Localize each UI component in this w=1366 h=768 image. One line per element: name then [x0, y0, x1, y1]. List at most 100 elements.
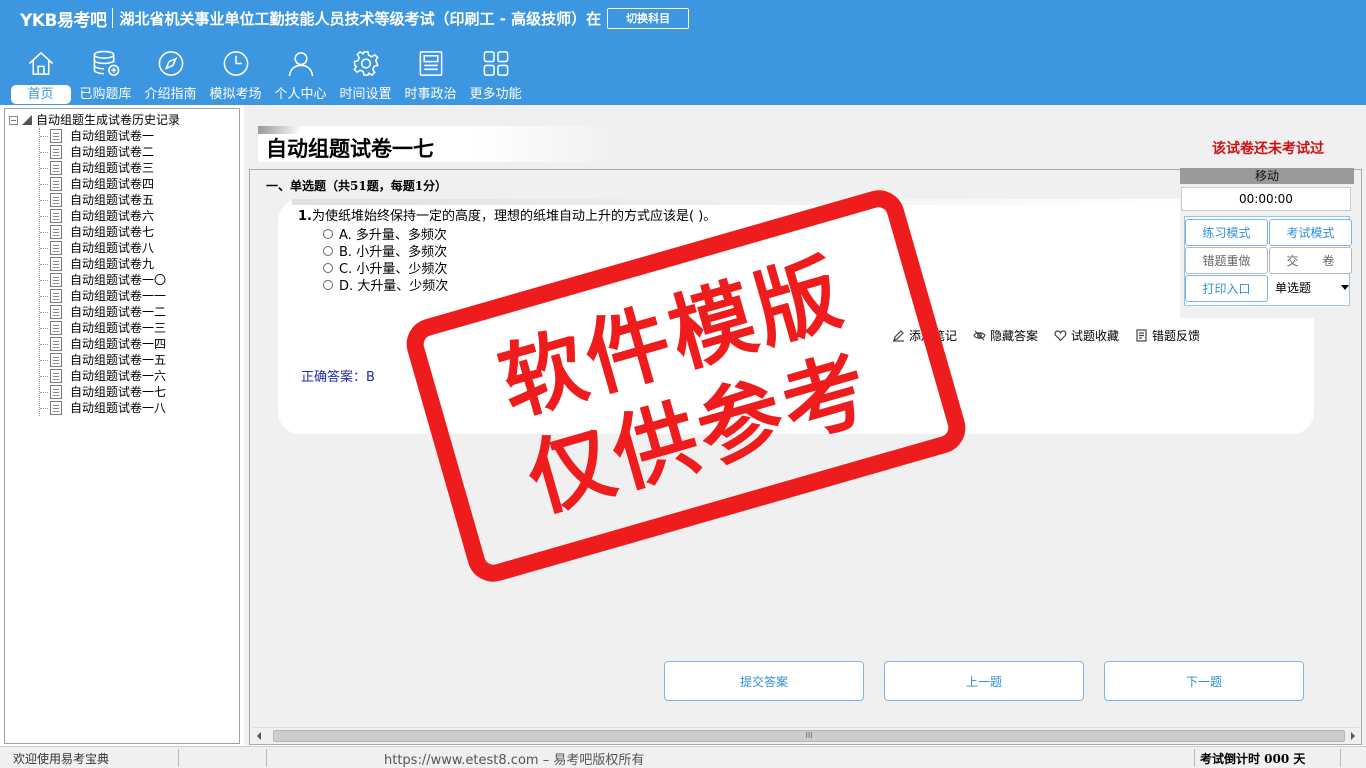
collapse-icon[interactable]: − [9, 115, 18, 125]
radio-c[interactable] [323, 262, 333, 273]
tree-root-label: 自动组题生成试卷历史记录 [36, 113, 181, 127]
document-icon [50, 193, 62, 207]
answer-label: 正确答案： [301, 370, 367, 385]
switch-subject-button[interactable]: 切换科目 [607, 7, 690, 29]
question-text-row: 1.为使纸堆始终保持一定的高度，理想的纸堆自动上升的方式应该是( )。 [298, 205, 716, 224]
practice-mode-button[interactable]: 练习模式 [1185, 219, 1268, 246]
tree-item[interactable]: 自动组题试卷一八 [40, 400, 239, 416]
pencil-icon [893, 330, 904, 342]
section-title: 一、单选题（共51题，每题1分） [266, 179, 448, 193]
tree-item[interactable]: 自动组题试卷五 [40, 192, 239, 208]
tree-item[interactable]: 自动组题试卷一五 [40, 352, 239, 368]
nav-profile-label: 个人中心 [274, 87, 327, 102]
favorite-button[interactable]: 试题收藏 [1054, 327, 1119, 344]
status-divider [266, 749, 267, 767]
tree-connector [40, 167, 48, 169]
radio-d[interactable] [323, 279, 333, 290]
tree-item-label: 自动组题试卷八 [70, 241, 155, 255]
control-buttons: 练习模式 考试模式 错题重做 交 卷 打印入口 单选题 [1184, 216, 1353, 306]
next-question-button[interactable]: 下一题 [1104, 661, 1304, 701]
tree-item[interactable]: 自动组题试卷一 [40, 128, 239, 144]
tree-item-label: 自动组题试卷一八 [70, 401, 167, 415]
tree-item[interactable]: 自动组题试卷一一 [40, 288, 239, 304]
eye-slash-icon [973, 330, 986, 341]
nav-current-affairs-label: 时事政治 [404, 87, 457, 102]
nav-mock-exam[interactable]: 模拟考场 [203, 46, 268, 104]
exam-control-panel: 移动 00:00:00 练习模式 考试模式 错题重做 交 卷 打印入口 单选题 [1180, 168, 1354, 318]
tree-item[interactable]: 自动组题试卷四 [40, 176, 239, 192]
feedback-icon [1136, 329, 1147, 342]
status-bar: 欢迎使用易考宝典 https://www.etest8.com – 易考吧版权所… [0, 746, 1366, 768]
tree-item[interactable]: 自动组题试卷一二 [40, 304, 239, 320]
tree-item[interactable]: 自动组题试卷一三 [40, 320, 239, 336]
nav-time-settings[interactable]: 时间设置 [333, 46, 398, 104]
exam-title: 湖北省机关事业单位工勤技能人员技术等级考试（印刷工 - 高级技师）在 [119, 9, 602, 28]
question-type-select[interactable]: 单选题 [1271, 275, 1353, 299]
radio-a[interactable] [323, 228, 333, 239]
report-error-button[interactable]: 错题反馈 [1135, 327, 1200, 344]
tree-item[interactable]: 自动组题试卷一四 [40, 336, 239, 352]
question-number: 1. [298, 209, 312, 224]
add-note-button[interactable]: 添加笔记 [892, 327, 957, 344]
exam-mode-button[interactable]: 考试模式 [1269, 219, 1352, 246]
status-copyright: https://www.etest8.com – 易考吧版权所有 [384, 753, 645, 768]
tree-connector [40, 391, 48, 393]
report-error-label: 错题反馈 [1152, 329, 1201, 343]
submit-paper-button[interactable]: 交 卷 [1269, 247, 1352, 274]
option-d[interactable]: D. 大升量、少频次 [323, 275, 448, 294]
tree-item-label: 自动组题试卷一三 [70, 321, 167, 335]
tree-item-label: 自动组题试卷九 [70, 257, 155, 271]
tree-item[interactable]: 自动组题试卷一六 [40, 368, 239, 384]
tree-item[interactable]: 自动组题试卷一〇 [40, 272, 239, 288]
document-icon [50, 353, 62, 367]
status-welcome: 欢迎使用易考宝典 [13, 752, 110, 766]
submit-answer-button[interactable]: 提交答案 [664, 661, 864, 701]
prev-question-button[interactable]: 上一题 [884, 661, 1084, 701]
tree-item[interactable]: 自动组题试卷三 [40, 160, 239, 176]
nav-mock-exam-label: 模拟考场 [209, 87, 262, 102]
print-button[interactable]: 打印入口 [1185, 275, 1268, 302]
tree-connector [40, 183, 48, 185]
tree-root[interactable]: − 自动组题生成试卷历史记录 [5, 112, 239, 128]
tree-item-label: 自动组题试卷一四 [70, 337, 167, 351]
nav-home[interactable]: 首页 [8, 46, 73, 104]
tree-item[interactable]: 自动组题试卷九 [40, 256, 239, 272]
tree-item[interactable]: 自动组题试卷八 [40, 240, 239, 256]
hide-answer-label: 隐藏答案 [990, 329, 1039, 343]
tree-connector [40, 343, 48, 345]
tree-connector [40, 359, 48, 361]
scroll-right-icon[interactable] [1351, 732, 1355, 740]
tree-item[interactable]: 自动组题试卷一七 [40, 384, 239, 400]
scroll-thumb[interactable]: III [273, 730, 1345, 742]
tree-item-label: 自动组题试卷四 [70, 177, 155, 191]
title-divider [112, 8, 114, 28]
tree-item-label: 自动组题试卷七 [70, 225, 155, 239]
nav-current-affairs[interactable]: 时事政治 [398, 46, 463, 104]
tree-connector [40, 263, 48, 265]
nav-purchased-banks[interactable]: 已购题库 [73, 46, 138, 104]
tree-item[interactable]: 自动组题试卷七 [40, 224, 239, 240]
nav-guide[interactable]: 介绍指南 [138, 46, 203, 104]
answer-value: B [366, 370, 375, 385]
move-handle[interactable]: 移动 [1180, 168, 1354, 184]
tree-connector [40, 327, 48, 329]
document-icon [50, 385, 62, 399]
app-logo: YKB易考吧 [20, 10, 107, 31]
correct-answer: 正确答案：B [301, 366, 375, 385]
tree-item[interactable]: 自动组题试卷六 [40, 208, 239, 224]
scroll-left-icon[interactable] [257, 732, 261, 740]
tree-item-label: 自动组题试卷一〇 [70, 273, 167, 287]
tree-item-label: 自动组题试卷一 [70, 129, 155, 143]
tree-children: 自动组题试卷一 自动组题试卷二 自动组题试卷三 自动组题试卷四 自动组题试卷五 自动组题试… [39, 128, 239, 416]
tree-connector [40, 295, 48, 297]
hide-answer-button[interactable]: 隐藏答案 [973, 327, 1038, 344]
redo-wrong-button[interactable]: 错题重做 [1185, 247, 1268, 274]
nav-more[interactable]: 更多功能 [463, 46, 528, 104]
favorite-label: 试题收藏 [1071, 329, 1120, 343]
nav-profile[interactable]: 个人中心 [268, 46, 333, 104]
horizontal-scrollbar[interactable]: III [253, 727, 1359, 744]
tree-item[interactable]: 自动组题试卷二 [40, 144, 239, 160]
status-divider [1340, 749, 1341, 767]
exam-timer: 00:00:00 [1181, 187, 1351, 211]
radio-b[interactable] [323, 245, 333, 256]
